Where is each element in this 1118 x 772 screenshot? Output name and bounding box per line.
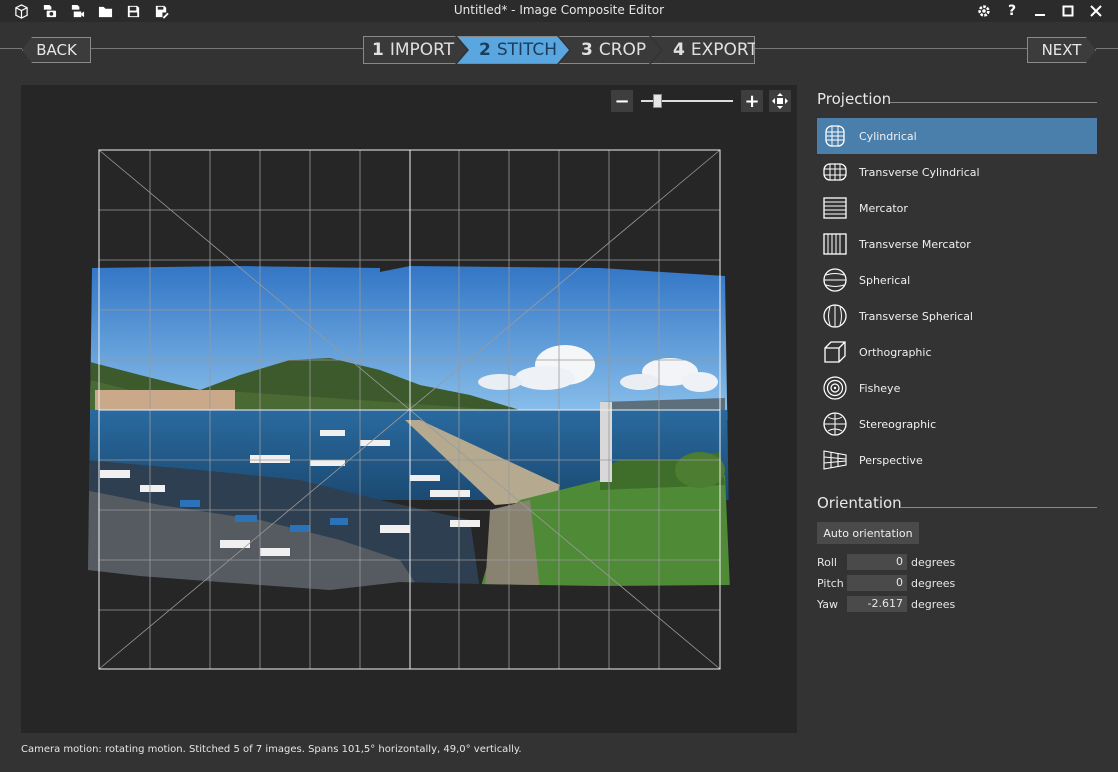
pitch-unit: degrees [911,576,956,590]
zoom-slider[interactable] [641,90,733,112]
projection-item-mercator[interactable]: Mercator [817,190,1097,226]
perspective-icon [821,446,849,474]
window-title: Untitled* - Image Composite Editor [453,3,665,17]
roll-label: Roll [817,555,837,569]
step-label: CROP [598,40,647,60]
spherical-icon [821,266,849,294]
yaw-label: Yaw [817,597,838,611]
projection-title: Projection [817,90,892,108]
yaw-unit: degrees [911,597,956,611]
maximize-icon[interactable] [1054,1,1082,21]
projection-item-transverse-cylindrical[interactable]: Transverse Cylindrical [817,154,1097,190]
section-divider [900,507,1097,508]
status-text: Camera motion: rotating motion. Stitched… [21,744,522,755]
step-number: 3 [581,40,593,60]
orthographic-icon [821,338,849,366]
projection-label: Stereographic [859,417,937,431]
projection-item-fisheye[interactable]: Fisheye [817,370,1097,406]
section-divider [890,102,1097,103]
fit-to-window-icon[interactable] [769,90,791,112]
step-import[interactable]: 1 IMPORT [363,36,467,64]
projection-item-stereographic[interactable]: Stereographic [817,406,1097,442]
roll-input[interactable]: 0 [847,554,907,570]
yaw-input[interactable]: -2.617 [847,596,907,612]
projection-label: Perspective [859,453,923,467]
next-button[interactable]: NEXT [1027,37,1096,63]
step-label: EXPORT [690,40,758,60]
fisheye-icon [821,374,849,402]
back-button[interactable]: BACK [22,37,91,63]
mercator-icon [821,194,849,222]
projection-label: Transverse Cylindrical [859,165,980,179]
settings-icon[interactable] [970,1,998,21]
projection-label: Transverse Mercator [859,237,971,251]
projection-item-perspective[interactable]: Perspective [817,442,1097,478]
projection-item-cylindrical[interactable]: Cylindrical [817,118,1097,154]
stereographic-icon [821,410,849,438]
zoom-out-button[interactable]: − [611,90,633,112]
help-icon[interactable]: ? [998,1,1026,21]
nav-divider [1096,48,1118,49]
pitch-label: Pitch [817,576,844,590]
step-stitch[interactable]: 2 STITCH [457,36,569,64]
yaw-row: Yaw -2.617 degrees [817,595,955,613]
roll-unit: degrees [911,555,956,569]
projection-item-orthographic[interactable]: Orthographic [817,334,1097,370]
close-icon[interactable] [1082,1,1110,21]
projection-item-transverse-spherical[interactable]: Transverse Spherical [817,298,1097,334]
projection-label: Transverse Spherical [859,309,973,323]
nav-divider [91,48,363,49]
orientation-title: Orientation [817,494,902,512]
step-label: IMPORT [389,40,455,60]
projection-item-transverse-mercator[interactable]: Transverse Mercator [817,226,1097,262]
title-bar: Untitled* - Image Composite Editor ? [0,0,1118,22]
transverse-mercator-icon [821,230,849,258]
projection-label: Mercator [859,201,908,215]
minimize-icon[interactable] [1026,1,1054,21]
pitch-input[interactable]: 0 [847,575,907,591]
step-number: 2 [479,40,491,60]
projection-label: Cylindrical [859,129,917,143]
pitch-row: Pitch 0 degrees [817,574,955,592]
zoom-controls: − + [611,90,791,112]
step-export[interactable]: 4 EXPORT [651,36,755,64]
transverse-cylindrical-icon [821,158,849,186]
nav-divider [0,48,22,49]
step-number: 1 [372,40,384,60]
projection-label: Spherical [859,273,911,287]
transverse-spherical-icon [821,302,849,330]
auto-orientation-button[interactable]: Auto orientation [817,522,919,544]
projection-list: Cylindrical Transverse Cylindrical Merca… [817,118,1097,478]
nav-divider [755,48,1027,49]
step-crop[interactable]: 3 CROP [559,36,661,64]
projection-label: Orthographic [859,345,932,359]
projection-item-spherical[interactable]: Spherical [817,262,1097,298]
stitch-canvas[interactable] [21,85,797,733]
cylindrical-icon [821,122,849,150]
workflow-steps: 1 IMPORT 2 STITCH 3 CROP 4 EXPORT [363,36,755,64]
roll-row: Roll 0 degrees [817,553,955,571]
zoom-slider-thumb[interactable] [653,94,662,108]
step-number: 4 [673,40,685,60]
step-label: STITCH [496,40,558,60]
projection-label: Fisheye [859,381,901,395]
zoom-in-button[interactable]: + [741,90,763,112]
